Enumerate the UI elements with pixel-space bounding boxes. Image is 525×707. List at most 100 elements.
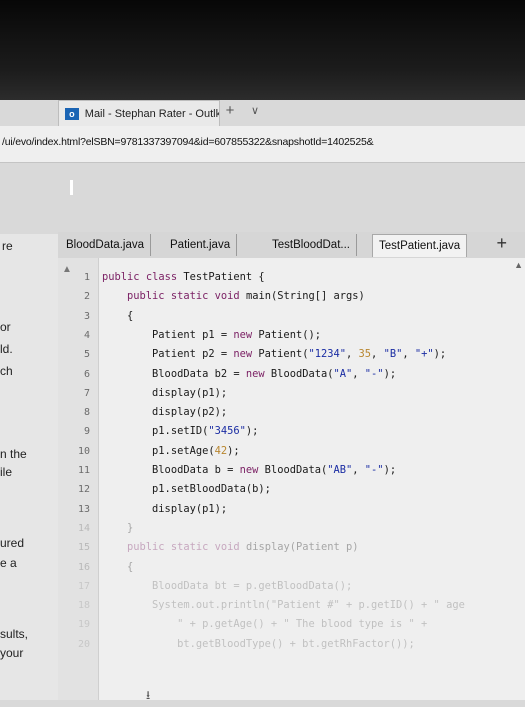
- line-number: 10: [77, 445, 90, 457]
- line-number: 16: [77, 561, 90, 573]
- code-token: Patient p2 =: [102, 348, 234, 361]
- line-number: 1: [83, 272, 90, 283]
- code-line[interactable]: 19 " + p.getAge() + " The blood type is …: [58, 615, 525, 634]
- code-line[interactable]: 6 BloodData b2 = new BloodData("A", "-")…: [58, 365, 525, 384]
- code-line[interactable]: 11 BloodData b = new BloodData("AB", "-"…: [58, 461, 525, 480]
- line-number: 7: [83, 387, 90, 399]
- browser-tab-mail[interactable]: o Mail - Stephan Rater - Outlk: [58, 100, 220, 127]
- code-token-kw: new: [233, 328, 253, 341]
- code-token-kw: new: [245, 367, 265, 380]
- download-icon[interactable]: ⭳: [146, 686, 150, 707]
- line-number: 3: [83, 310, 90, 322]
- code-token: BloodData(: [258, 464, 328, 476]
- add-file-plus-icon[interactable]: +: [496, 232, 507, 254]
- code-token: }: [102, 521, 134, 534]
- instructions-fragment: ld.: [0, 342, 13, 356]
- code-line[interactable]: 14 }: [58, 519, 525, 538]
- code-token-str: "A": [333, 367, 353, 380]
- tab-blooddata-java[interactable]: BloodData.java: [60, 234, 151, 256]
- text-cursor: [70, 180, 73, 195]
- instructions-fragment: ch: [0, 364, 13, 378]
- code-token: );: [383, 367, 397, 380]
- line-number: 20: [77, 638, 90, 650]
- code-line[interactable]: 15 public static void display(Patient p): [58, 538, 525, 557]
- instructions-fragment: e a: [0, 556, 17, 570]
- line-number: 4: [83, 329, 90, 341]
- code-token: ,: [371, 348, 384, 361]
- new-tab-plus-icon[interactable]: +: [222, 103, 238, 119]
- code-token: ,: [352, 367, 365, 380]
- tab-testpatient-java[interactable]: TestPatient.java: [372, 234, 468, 257]
- line-number: 14: [77, 522, 90, 534]
- code-text: BloodData b = new BloodData("AB", "-");: [102, 461, 396, 480]
- code-line[interactable]: 12 p1.setBloodData(b);: [58, 480, 525, 499]
- line-number: 17: [77, 580, 90, 592]
- code-line[interactable]: 2 public static void main(String[] args): [58, 287, 525, 306]
- tab-list-chevron-icon[interactable]: ∨: [248, 103, 262, 119]
- instructions-fragment: sults,: [0, 627, 29, 641]
- line-number: 9: [83, 426, 90, 438]
- code-line[interactable]: 5 Patient p2 = new Patient("1234", 35, "…: [58, 345, 525, 364]
- code-token: BloodData(: [264, 367, 334, 380]
- code-text: p1.setID("3456");: [102, 422, 258, 441]
- code-token-str: "-": [364, 367, 384, 380]
- line-number: 13: [77, 503, 90, 515]
- code-token-kw: new: [233, 348, 253, 361]
- code-token: );: [433, 348, 447, 361]
- line-number: 12: [77, 484, 90, 496]
- code-token: ,: [346, 348, 359, 361]
- code-token: display(p1);: [102, 502, 228, 515]
- code-line[interactable]: 13 display(p1);: [58, 500, 525, 519]
- instructions-fragment: n the: [0, 447, 27, 461]
- line-number: 2: [83, 291, 90, 303]
- code-token: bt.getBloodType() + bt.getRhFactor());: [102, 637, 415, 650]
- code-line[interactable]: 1 public class TestPatient {: [58, 268, 525, 287]
- code-token: ,: [402, 348, 415, 361]
- code-token: main(String[] args): [239, 290, 365, 303]
- code-token: );: [383, 464, 397, 476]
- code-token-kw: public: [127, 290, 165, 303]
- editor-tab-bar: BloodData.java Patient.java TestBloodDat…: [58, 232, 525, 259]
- code-text: p1.setAge(42);: [102, 442, 240, 461]
- code-text: bt.getBloodType() + bt.getRhFactor());: [102, 635, 415, 654]
- line-number: 11: [77, 465, 90, 476]
- code-token: display(Patient p): [239, 541, 359, 554]
- tab-patient-java[interactable]: Patient.java: [164, 234, 238, 256]
- code-token: display(p1);: [102, 386, 228, 399]
- code-line[interactable]: 4 Patient p1 = new Patient();: [58, 326, 525, 345]
- code-token: BloodData bt = p.getBloodData();: [102, 579, 353, 592]
- code-line[interactable]: 10 p1.setAge(42);: [58, 442, 525, 461]
- code-text: display(p1);: [102, 500, 227, 519]
- code-token: p1.setBloodData(b);: [102, 483, 271, 496]
- dark-background: [0, 0, 525, 100]
- browser-tab-title: Mail - Stephan Rater - Outlk: [84, 108, 219, 120]
- code-token: ,: [352, 464, 365, 476]
- line-number: 19: [77, 619, 90, 631]
- code-line[interactable]: 3 {: [58, 307, 525, 326]
- code-line[interactable]: 20 bt.getBloodType() + bt.getRhFactor())…: [58, 635, 525, 654]
- code-token: Patient p1 =: [102, 328, 234, 341]
- code-token-kw: public: [102, 271, 140, 283]
- code-token: Patient(: [252, 348, 309, 361]
- code-text: display(p2);: [102, 403, 227, 422]
- code-text: BloodData bt = p.getBloodData();: [102, 577, 352, 596]
- line-number: 8: [83, 407, 90, 419]
- code-line[interactable]: 17 BloodData bt = p.getBloodData();: [58, 577, 525, 596]
- code-token: );: [227, 444, 240, 457]
- code-token-num: 42: [214, 444, 228, 457]
- code-text: BloodData b2 = new BloodData("A", "-");: [102, 365, 396, 384]
- code-line[interactable]: 16 {: [58, 558, 525, 577]
- code-line[interactable]: 7 display(p1);: [58, 384, 525, 403]
- code-token-kw: new: [239, 464, 259, 476]
- code-line[interactable]: 8 display(p2);: [58, 403, 525, 422]
- code-token-kw: static: [170, 541, 209, 554]
- code-token-kw: class: [145, 271, 178, 283]
- tab-testblooddata-java[interactable]: TestBloodDat...: [266, 234, 357, 256]
- address-bar[interactable]: /ui/evo/index.html?elSBN=9781337397094&i…: [0, 126, 525, 163]
- code-line[interactable]: 18 System.out.println("Patient #" + p.ge…: [58, 596, 525, 615]
- code-line[interactable]: 9 p1.setID("3456");: [58, 422, 525, 441]
- instructions-fragment: re: [2, 239, 13, 253]
- code-editor[interactable]: ▲ ▲ 1 public class TestPatient {2 public …: [58, 258, 525, 700]
- code-token-str: "-": [364, 464, 384, 476]
